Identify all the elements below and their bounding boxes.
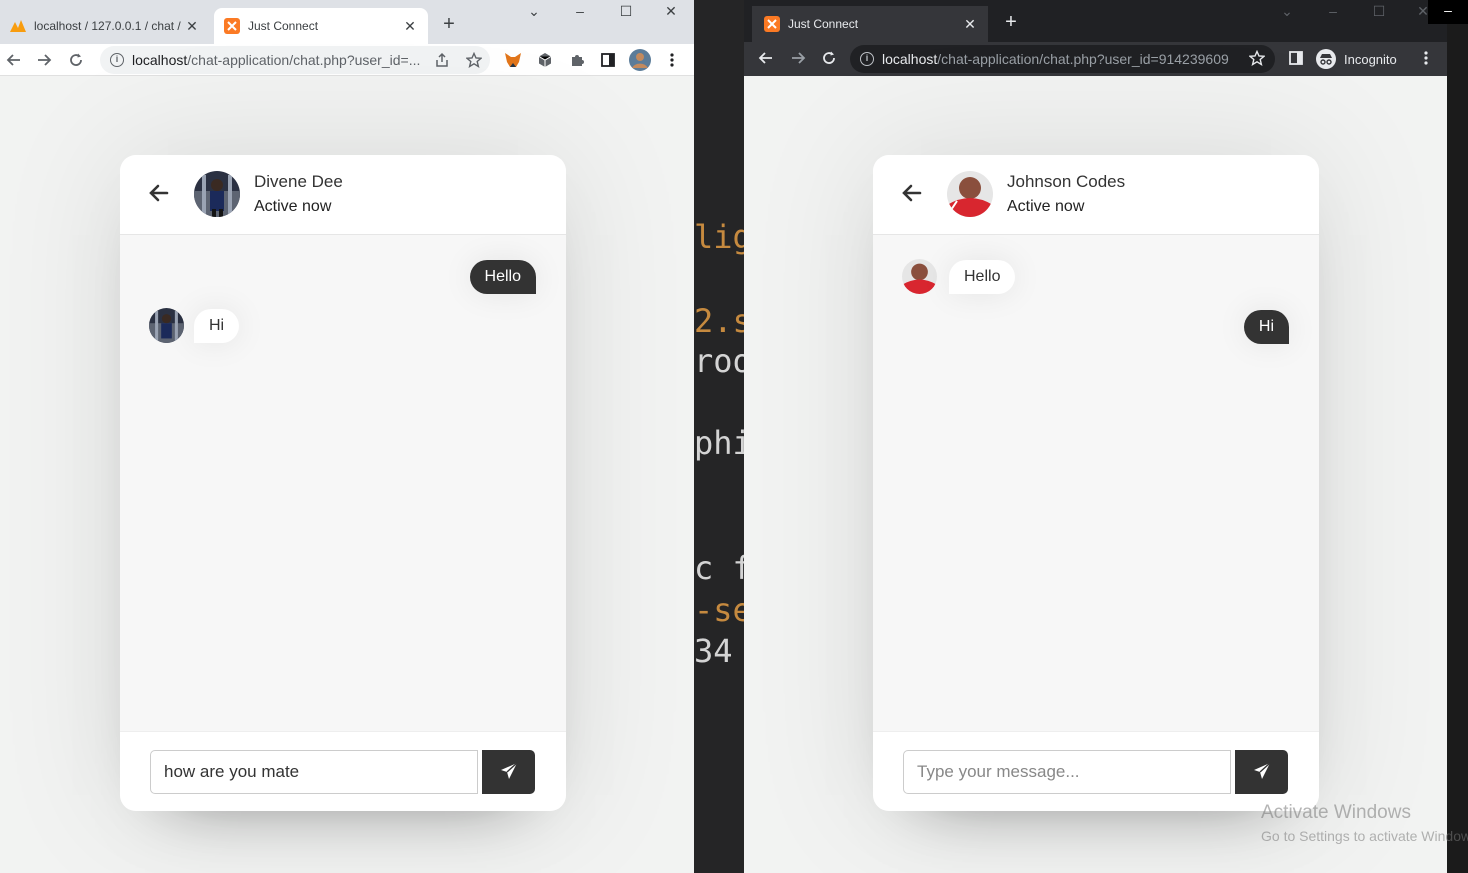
avatar xyxy=(194,171,240,217)
back-arrow-icon[interactable] xyxy=(901,182,923,204)
cube-extension-icon[interactable] xyxy=(533,48,557,72)
code-text: phi. xyxy=(694,424,744,462)
menu-kebab-icon[interactable] xyxy=(660,48,684,72)
code-text: c fib xyxy=(694,549,744,587)
chat-header: Divene Dee Active now xyxy=(120,155,566,235)
left-tab-strip: localhost / 127.0.0.1 / chat / ✕ Just Co… xyxy=(0,0,694,44)
close-icon[interactable]: ✕ xyxy=(402,18,418,34)
bookmark-star-icon[interactable] xyxy=(462,48,486,72)
tab-just-connect[interactable]: Just Connect ✕ xyxy=(752,6,988,42)
incoming-message: Hi xyxy=(194,309,240,343)
desktop-edge: – xyxy=(1428,0,1468,873)
minimize-icon[interactable]: – xyxy=(557,0,603,24)
left-browser-window: localhost / 127.0.0.1 / chat / ✕ Just Co… xyxy=(0,0,694,873)
window-close-icon[interactable]: ✕ xyxy=(648,0,694,24)
send-button[interactable] xyxy=(482,750,535,794)
chat-card: Johnson Codes Active now Hello Hi xyxy=(873,155,1319,811)
send-button[interactable] xyxy=(1235,750,1288,794)
right-toolbar: i localhost/chat-application/chat.php?us… xyxy=(744,42,1447,76)
address-bar[interactable]: i localhost/chat-application/chat.php?us… xyxy=(850,45,1275,73)
message-input[interactable] xyxy=(150,750,478,794)
bookmark-star-icon[interactable] xyxy=(1245,46,1269,70)
site-info-icon[interactable]: i xyxy=(110,53,124,67)
site-info-icon[interactable]: i xyxy=(860,52,874,66)
code-editor-fragment: ligh 2.sq roo phi. c fib -se 34 ! xyxy=(694,0,744,873)
contact-status: Active now xyxy=(1007,198,1085,215)
tab-title: Just Connect xyxy=(248,19,319,33)
minimize-icon[interactable]: – xyxy=(1428,0,1468,24)
new-tab-icon[interactable]: + xyxy=(435,10,463,38)
tab-just-connect[interactable]: Just Connect ✕ xyxy=(214,8,428,44)
menu-kebab-icon[interactable] xyxy=(1414,46,1438,70)
minimize-icon[interactable]: – xyxy=(1310,0,1356,24)
close-icon[interactable]: ✕ xyxy=(962,16,978,32)
right-tab-strip: Just Connect ✕ + ⌄ – ☐ ✕ xyxy=(744,0,1447,42)
code-text: 2.sq xyxy=(694,302,744,340)
contact-status: Active now xyxy=(254,198,332,215)
forward-icon[interactable] xyxy=(32,48,56,72)
code-text: roo xyxy=(694,342,744,380)
code-text: 34 ! xyxy=(694,632,744,670)
message-avatar xyxy=(149,308,184,343)
url-path: /chat-application/chat.php?user_id=... xyxy=(187,52,421,68)
watermark-subtitle: Go to Settings to activate Windows. xyxy=(1261,828,1468,844)
typing-area xyxy=(873,731,1319,811)
typing-area xyxy=(120,731,566,811)
send-paper-plane-icon xyxy=(1253,761,1271,783)
side-panel-icon[interactable] xyxy=(596,48,620,72)
message-avatar xyxy=(902,259,937,294)
share-icon[interactable] xyxy=(430,48,454,72)
chat-messages: Hello Hi xyxy=(120,235,566,731)
outgoing-message: Hi xyxy=(1243,310,1289,344)
chat-messages: Hello Hi xyxy=(873,235,1319,731)
incognito-icon xyxy=(1316,49,1336,69)
url-path: /chat-application/chat.php?user_id=91423… xyxy=(937,51,1229,67)
incognito-indicator[interactable]: Incognito xyxy=(1316,46,1397,72)
contact-name: Johnson Codes xyxy=(1007,172,1126,191)
contact-name: Divene Dee xyxy=(254,172,343,191)
message-input[interactable] xyxy=(903,750,1231,794)
new-tab-icon[interactable]: + xyxy=(997,8,1025,36)
metamask-extension-icon[interactable] xyxy=(501,48,525,72)
watermark-title: Activate Windows xyxy=(1261,802,1411,823)
back-arrow-icon[interactable] xyxy=(148,182,170,204)
activate-windows-watermark: Activate Windows Go to Settings to activ… xyxy=(1261,802,1468,844)
left-toolbar: i localhost/chat-application/chat.php?us… xyxy=(0,44,694,76)
side-panel-icon[interactable] xyxy=(1284,46,1308,70)
extensions-puzzle-icon[interactable] xyxy=(565,48,589,72)
maximize-icon[interactable]: ☐ xyxy=(1356,0,1402,24)
tab-title: localhost / 127.0.0.1 / chat / xyxy=(34,19,181,33)
url-host: localhost xyxy=(882,51,938,67)
code-text: ligh xyxy=(694,218,744,256)
reload-icon[interactable] xyxy=(64,48,88,72)
avatar xyxy=(947,171,993,217)
tab-phpmyadmin[interactable]: localhost / 127.0.0.1 / chat / ✕ xyxy=(0,8,210,44)
tab-title: Just Connect xyxy=(788,17,859,31)
right-browser-window: Just Connect ✕ + ⌄ – ☐ ✕ i localhost/cha… xyxy=(744,0,1447,873)
url-host: localhost xyxy=(132,52,188,68)
outgoing-message: Hello xyxy=(469,260,536,294)
code-text: -se xyxy=(694,591,744,629)
maximize-icon[interactable]: ☐ xyxy=(603,0,649,24)
tab-search-chevron-icon[interactable]: ⌄ xyxy=(1264,0,1310,24)
close-icon[interactable]: ✕ xyxy=(184,18,200,34)
back-icon[interactable] xyxy=(2,48,26,72)
chat-header: Johnson Codes Active now xyxy=(873,155,1319,235)
tab-search-chevron-icon[interactable]: ⌄ xyxy=(511,0,557,24)
forward-icon[interactable] xyxy=(786,46,810,70)
xampp-favicon-icon xyxy=(764,16,780,32)
incognito-label: Incognito xyxy=(1344,51,1397,67)
xampp-favicon-icon xyxy=(224,18,240,34)
send-paper-plane-icon xyxy=(500,761,518,783)
chat-card: Divene Dee Active now Hello Hi xyxy=(120,155,566,811)
reload-icon[interactable] xyxy=(817,46,841,70)
phpmyadmin-favicon-icon xyxy=(10,18,26,34)
back-icon[interactable] xyxy=(754,46,778,70)
incoming-message: Hello xyxy=(949,260,1016,294)
profile-avatar-icon[interactable] xyxy=(628,48,652,72)
